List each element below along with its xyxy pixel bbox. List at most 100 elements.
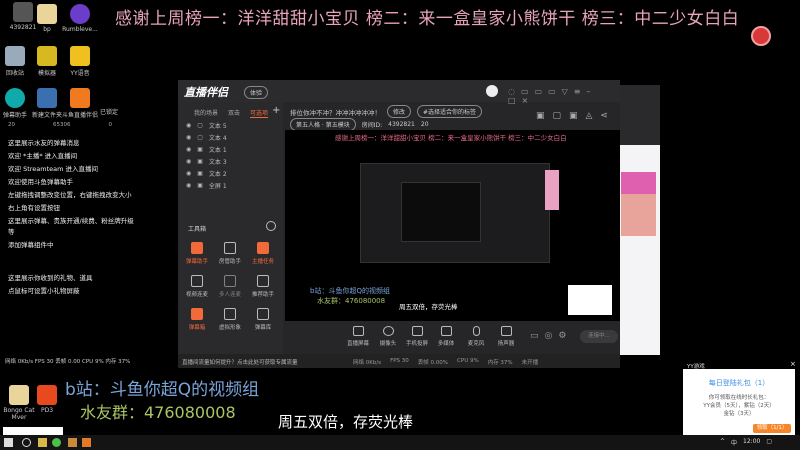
tag-button[interactable]: #选择适合你的标签 [417,105,483,118]
lock-icon[interactable]: ▣ [197,182,203,189]
tool-label: 虚拟形象 [218,325,241,331]
overlay-notice: 周五双倍，存荧光棒 [278,413,414,431]
layer-label: 文本 2 [208,171,227,178]
icon-label: 模拟器 [37,70,56,77]
ctl-label: 多媒体 [437,341,455,347]
desktop-icon-douyu[interactable]: 斗鱼直播伴侣 [57,88,103,119]
icon-label: PD3 [40,407,54,414]
eye-icon[interactable]: ◉ [186,122,191,129]
lock-icon[interactable]: ▢ [197,134,203,141]
nested-side-image [545,170,559,210]
layer-item[interactable]: ◉ ▣ 文本 3 [186,157,227,166]
ime-indicator[interactable]: 中 [731,438,737,447]
toolbox-title: 工具箱 [188,226,207,233]
layer-item[interactable]: ◉ ▣ 全屏 1 [186,181,227,190]
status-live: 未开播 [521,360,539,366]
notice-link[interactable]: 直播间流量如何提升？点击此处可获取专属流量 [182,358,298,366]
lock-icon[interactable]: ▢ [197,122,203,129]
tool-label: 主播任务 [251,259,274,265]
status-network: 网络 0Kb/s [353,360,382,366]
search-icon[interactable] [22,438,31,447]
preview-popup [568,285,612,315]
nested-preview [360,163,550,263]
preview-banner: 感谢上周榜一：洋洋甜甜小宝贝 榜二：来一盒皇家小熊饼干 榜三：中二少女白白 [335,134,567,142]
layer-item[interactable]: ◉ ▣ 文本 2 [186,169,227,178]
tool-multi-link[interactable]: 多人连麦 [213,275,247,298]
eye-icon[interactable]: ◉ [186,182,191,189]
tool-video-link[interactable]: 视频连麦 [180,275,214,298]
chat-overlay: 这里展示水友的弹幕消息 欢迎 *主播* 进入直播间 欢迎 Streamteam … [8,138,138,299]
media-button[interactable]: 多媒体 [431,326,461,347]
edit-button[interactable]: 修改 [387,105,412,118]
layer-item[interactable]: ◉ ▢ 文本 4 [186,133,227,142]
layer-label: 全屏 1 [208,183,227,190]
room-action-icons[interactable]: ▣▢▣◬⋖ [536,111,616,121]
claim-button[interactable]: 领取（1/1） [753,424,791,433]
side-window-header [620,85,660,145]
avatar[interactable] [486,85,498,97]
clock[interactable]: 12:00 [743,438,760,447]
speaker-button[interactable]: 扬声器 [491,326,521,347]
phone-cast-button[interactable]: 手机投屏 [402,326,432,347]
preview-notice: 周五双倍，存荧光棒 [399,303,458,311]
layer-label: 文本 5 [208,123,227,130]
eye-icon[interactable]: ◉ [186,170,191,177]
lock-icon[interactable]: ▣ [197,170,203,177]
taskbar: ^ 中 12:00 ▢ [0,435,800,450]
lock-icon[interactable]: ▣ [197,146,203,153]
tool-danmu-helper[interactable]: 弹幕助手 [180,242,214,265]
tool-recommend[interactable]: 推荐助手 [246,275,280,298]
add-icon[interactable]: + [272,105,280,116]
camera-button[interactable]: 摄像头 [373,326,403,347]
tool-room-admin[interactable]: 房管助手 [213,242,247,265]
desktop-icon-yy[interactable]: YY语音 [57,46,103,77]
tab-options[interactable]: 可选项 [250,108,269,118]
desktop-icon-pd3[interactable]: PD3 [24,385,70,414]
layer-item[interactable]: ◉ ▣ 文本 1 [186,145,227,154]
version-pill[interactable]: 体验 [244,86,269,99]
app-icon[interactable] [82,438,91,447]
screen-capture-button[interactable]: 直播屏幕 [343,326,373,347]
record-settings-icons[interactable]: ▭◎⚙ [530,331,572,341]
popup-close-icon[interactable]: × [790,360,796,368]
tool-label: 弹幕箱 [188,325,206,331]
room-info: 排位你冲不冲？冲冲冲冲冲冲！ 修改 #选择适合你的标签 第五人格 · 第五模块 … [286,102,620,131]
toolbox-settings-icon[interactable] [266,221,276,231]
top-banner: 感谢上周榜一：洋洋甜甜小宝贝 榜二：来一盒皇家小熊饼干 榜三：中二少女白白 [115,9,740,29]
app-icon[interactable] [68,438,77,447]
explorer-icon[interactable] [38,438,47,447]
desktop-icon-rumble[interactable]: Rumbleve... [57,4,103,33]
tray-up-icon[interactable]: ^ [720,438,725,447]
microphone-button[interactable]: 麦克风 [461,326,491,347]
side-image-2 [621,194,656,236]
room-id-label: 房间ID: [361,122,383,129]
chat-line: 右上角有设置按钮 [8,204,60,212]
tab-double[interactable]: 双击 [228,108,240,118]
status-dropped: 丢帧 0.00% [417,360,449,366]
tool-danmu-lib[interactable]: 弹幕库 [246,308,280,331]
start-icon[interactable] [4,438,13,447]
icon-label: Rumbleve... [62,26,98,33]
browser-icon[interactable] [52,438,61,447]
room-title[interactable]: 排位你冲不冲？冲冲冲冲冲冲！ [290,107,381,117]
tool-avatar[interactable]: 虚拟形象 [213,308,247,331]
heat-count: 65306 [53,122,71,128]
eye-icon[interactable]: ◉ [186,158,191,165]
layer-item[interactable]: ◉ ▢ 文本 5 [186,121,227,130]
chat-line: 欢迎使用斗鱼弹幕助手 [8,178,73,186]
status-memory: 内存 37% [487,360,513,366]
tool-label: 多人连麦 [218,292,241,298]
tool-anchor-task[interactable]: 主播任务 [246,242,280,265]
record-icon[interactable] [751,26,771,46]
eye-icon[interactable]: ◉ [186,134,191,141]
tab-my-scene[interactable]: 我的场景 [194,108,218,118]
mini-window[interactable] [3,427,63,435]
tool-label: 弹幕库 [254,325,272,331]
start-stream-button[interactable]: 连接中... [580,330,618,343]
tool-danmu-box[interactable]: 弹幕箱 [180,308,214,331]
likes-count: 20 [8,122,15,128]
lock-icon[interactable]: ▣ [197,158,203,165]
notification-icon[interactable]: ▢ [766,438,772,447]
eye-icon[interactable]: ◉ [186,146,191,153]
crown-count: 0 [108,122,113,128]
